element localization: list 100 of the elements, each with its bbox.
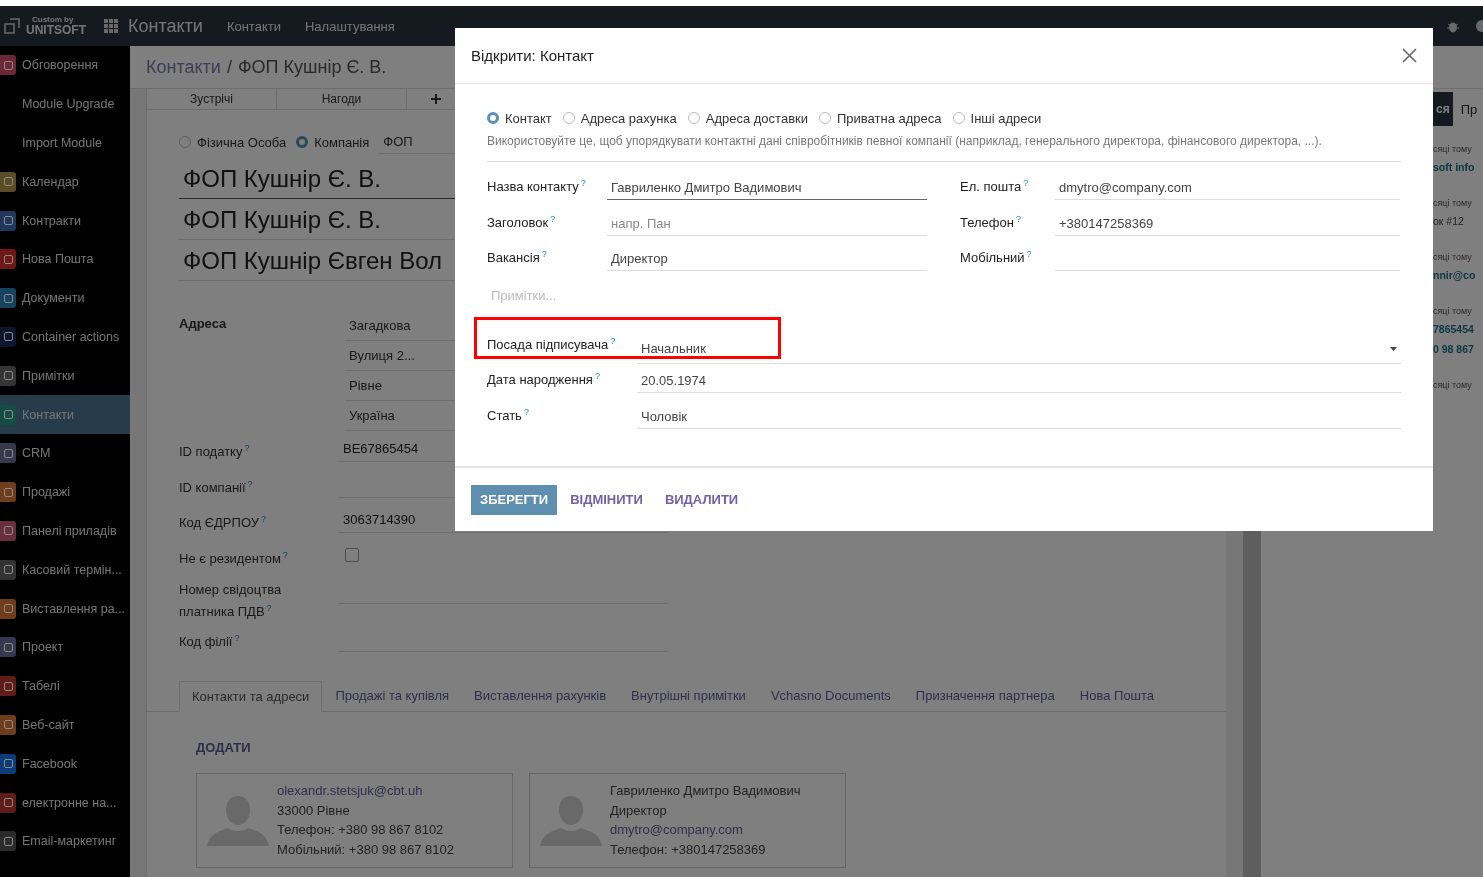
field-label: Вакансія$^{?}$	[487, 248, 548, 266]
logo-text: UNITSOFT	[26, 24, 86, 36]
add-button[interactable]: ДОДАТИ	[196, 739, 251, 755]
tab[interactable]: Нова Пошта	[1067, 680, 1167, 711]
field-label: Номер свідоцтва платника ПДВ$^{?}$	[179, 581, 283, 622]
contact-detail: 33000 Рівне	[277, 801, 351, 820]
contact-detail: Директор	[610, 801, 668, 820]
field-label: Стать$^{?}$	[487, 405, 530, 423]
sidebar-item[interactable]: CRM	[0, 433, 130, 473]
contact-detail: Телефон: +380147258369	[610, 841, 767, 860]
sidebar-item[interactable]: Касовий термін...	[0, 550, 130, 590]
field-label: Код філії$^{?}$	[179, 632, 241, 652]
dialog-title: Відкрити: Контакт	[471, 47, 594, 64]
input-field[interactable]: Гавриленко Дмитро Вадимович	[607, 170, 927, 200]
sidebar-item[interactable]: Module Upgrade	[0, 84, 130, 124]
message-text: nnir@co	[1433, 268, 1477, 283]
sidebar-item[interactable]: Табелі	[0, 666, 130, 706]
message-time: сяці тому	[1433, 197, 1473, 210]
input-field[interactable]: Директор	[607, 241, 927, 271]
input-field[interactable]: dmytro@company.com	[1055, 170, 1400, 200]
tab[interactable]: Призначення партнера	[903, 680, 1067, 711]
radio-label: Фізична Особа	[197, 134, 287, 150]
checkbox[interactable]	[345, 547, 359, 562]
breadcrumb-link[interactable]: Контакти	[146, 56, 221, 78]
sidebar-item[interactable]: електронне на...	[0, 783, 130, 822]
top-menu-item[interactable]: Контакти	[226, 18, 281, 34]
radio-button[interactable]	[487, 112, 499, 124]
tab[interactable]: Продажі та купівля	[323, 680, 462, 711]
sidebar-item[interactable]: Веб-сайт	[0, 705, 130, 745]
field-label: ID податку$^{?}$	[179, 442, 251, 462]
sidebar-item[interactable]: Email-маркетинг	[0, 821, 130, 861]
radio-button[interactable]	[952, 112, 965, 124]
radio-button[interactable]	[819, 112, 831, 124]
message-text: 7865454	[1433, 322, 1475, 337]
field-label: Адреса	[179, 315, 228, 333]
sidebar-item[interactable]: Facebook	[0, 744, 130, 784]
sidebar-item[interactable]: Контакти	[0, 395, 130, 434]
save-button[interactable]: ЗБЕРЕГТИ	[471, 484, 558, 515]
input-field[interactable]: Чоловік	[637, 398, 1401, 429]
message-time: сяці тому	[1433, 305, 1473, 318]
select-field[interactable]: Начальник	[637, 327, 1401, 364]
sidebar-item[interactable]: Примітки	[0, 356, 130, 396]
message-button[interactable]: ся	[1433, 92, 1453, 126]
radio-label: Компанія	[314, 134, 370, 150]
field-label: Телефон$^{?}$	[960, 212, 1022, 230]
logo-caption: Custom by	[31, 16, 75, 24]
message-text: soft info	[1433, 160, 1476, 175]
contact-detail: Мобільний: +380 98 867 8102	[277, 841, 454, 860]
breadcrumb-current: ФОП Кушнір Є. В.	[237, 56, 387, 78]
logo-icon	[4, 18, 22, 34]
field-label: Дата народження$^{?}$	[487, 370, 601, 388]
contact-detail: Гавриленко Дмитро Вадимович	[610, 781, 801, 800]
apps-menu-icon[interactable]	[104, 19, 118, 33]
message-time: сяці тому	[1433, 251, 1473, 264]
radio-button[interactable]	[296, 136, 309, 148]
field-label: Посада підписувача$^{?}$	[487, 334, 617, 352]
top-menu-item[interactable]: Налаштування	[304, 18, 395, 34]
breadcrumb-separator: /	[226, 56, 232, 78]
sidebar-item[interactable]: Нова Пошта	[0, 240, 130, 279]
app-title: Контакти	[128, 15, 203, 37]
sidebar-item[interactable]: Документи	[0, 278, 130, 318]
field-label: Назва контакту$^{?}$	[487, 177, 587, 195]
caret-icon	[1390, 346, 1397, 351]
sidebar-item[interactable]: Календар	[0, 162, 130, 202]
sidebar-item[interactable]: Container actions	[0, 317, 130, 357]
footer-link-button[interactable]: ВИДАЛИТИ	[655, 484, 748, 515]
field-label: Код ЄДРПОУ$^{?}$	[179, 513, 267, 533]
note-button[interactable]: Пр	[1460, 101, 1478, 117]
message-text: ок #12	[1433, 214, 1465, 229]
sidebar-item[interactable]: Проект	[0, 627, 130, 667]
email-link[interactable]: dmytro@company.com	[610, 820, 801, 841]
radio-button[interactable]	[562, 112, 575, 124]
radio-label: Інші адреси	[970, 110, 1042, 126]
sidebar-item[interactable]: Виставлення ра...	[0, 589, 130, 628]
contact-card[interactable]: Гавриленко Дмитро Вадимович Директор dmytro@company.com Телефон: +380147258369	[529, 772, 846, 868]
input-field[interactable]: напр. Пан	[607, 205, 927, 236]
message-text: 0 98 867	[1433, 342, 1475, 357]
footer-link-button[interactable]: ВІДМІНИТИ	[561, 484, 652, 515]
radio-button[interactable]	[687, 112, 700, 124]
field-label: ID компанії$^{?}$	[179, 477, 254, 497]
email-link[interactable]: olexandr.stetsjuk@cbt.uh	[277, 780, 454, 801]
radio-button[interactable]	[179, 136, 191, 148]
tab[interactable]: Vchasno Documents	[758, 680, 903, 711]
radio-label: Адреса рахунка	[580, 110, 677, 126]
field-label: Не є резидентом$^{?}$	[179, 548, 289, 568]
sidebar-item[interactable]: Import Module	[0, 123, 130, 163]
sidebar-item[interactable]: Контракти	[0, 201, 130, 240]
message-time: сяці тому	[1433, 379, 1473, 392]
close-icon[interactable]	[1402, 48, 1417, 63]
tab[interactable]: Виставлення рахунків	[462, 680, 619, 711]
input-field[interactable]: +380147258369	[1055, 205, 1400, 236]
field-label: Ел. пошта$^{?}$	[960, 177, 1030, 195]
sidebar-item[interactable]: Продажі	[0, 472, 130, 512]
input-field[interactable]: 20.05.1974	[637, 363, 1401, 393]
sidebar-item[interactable]: Панелі приладів	[0, 511, 130, 551]
plus-icon[interactable]	[431, 94, 441, 104]
tab[interactable]: Контакти та адреси	[179, 680, 323, 712]
sidebar-item[interactable]: Обговорення	[0, 46, 130, 85]
contact-card[interactable]: olexandr.stetsjuk@cbt.uh 33000 Рівне Телефон: +380 98 867 8102 Мобільний: +380 98 867 8102	[196, 772, 513, 868]
tab[interactable]: Внутрішні примітки	[619, 680, 758, 711]
